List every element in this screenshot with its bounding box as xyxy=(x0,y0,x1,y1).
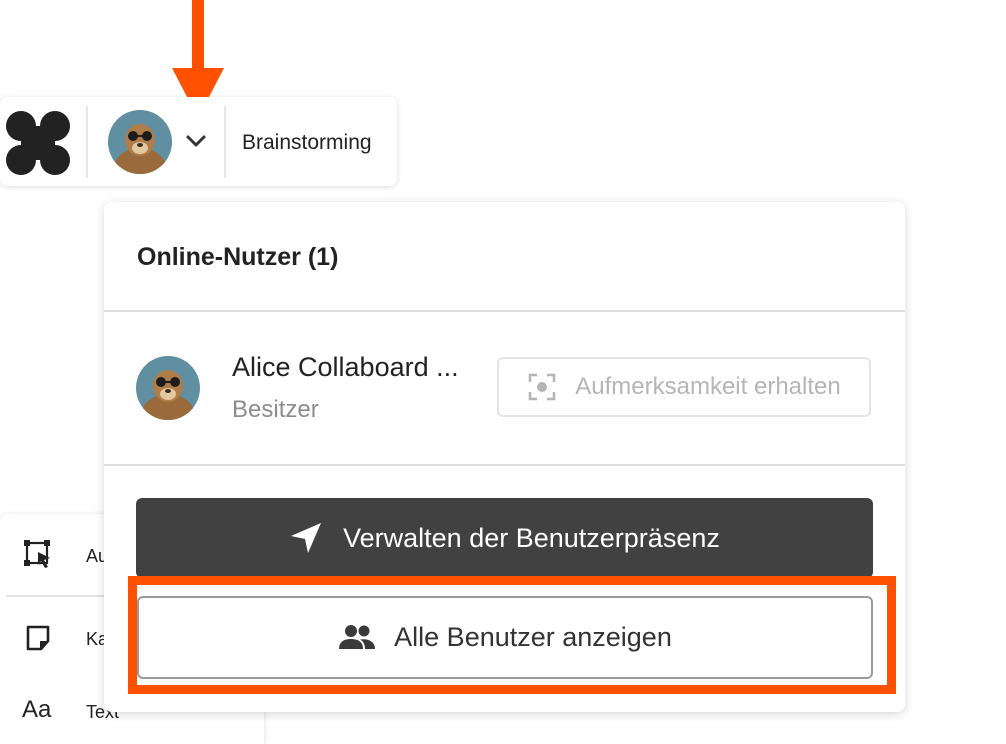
toolbar-divider xyxy=(224,106,226,178)
app-logo-icon[interactable] xyxy=(4,110,72,176)
panel-divider xyxy=(104,464,905,466)
manage-presence-button[interactable]: Verwalten der Benutzerpräsenz xyxy=(136,498,873,578)
focus-icon xyxy=(529,373,556,401)
marmot-avatar-icon xyxy=(136,356,200,420)
avatar[interactable] xyxy=(108,110,172,174)
user-role: Besitzer xyxy=(232,396,319,423)
toolbar-divider xyxy=(86,106,88,178)
user-avatar xyxy=(136,356,200,420)
marmot-avatar-icon xyxy=(108,110,172,174)
panel-title: Online-Nutzer (1) xyxy=(137,243,339,271)
text-icon[interactable]: Aa xyxy=(22,696,51,724)
show-all-users-label: Alle Benutzer anzeigen xyxy=(394,622,672,652)
manage-presence-label: Verwalten der Benutzerpräsenz xyxy=(343,522,720,553)
navigation-arrow-icon xyxy=(291,523,322,553)
get-attention-button[interactable]: Aufmerksamkeit erhalten xyxy=(497,357,871,417)
panel-divider xyxy=(104,310,905,312)
sticky-note-icon[interactable] xyxy=(24,624,52,652)
show-all-users-button[interactable]: Alle Benutzer anzeigen xyxy=(137,596,873,679)
user-name: Alice Collaboard ... xyxy=(232,352,459,382)
board-title[interactable]: Brainstorming xyxy=(242,131,372,155)
chevron-down-icon[interactable] xyxy=(184,131,208,151)
get-attention-label: Aufmerksamkeit erhalten xyxy=(575,373,841,400)
users-icon xyxy=(339,624,376,649)
select-area-icon[interactable] xyxy=(24,540,52,568)
